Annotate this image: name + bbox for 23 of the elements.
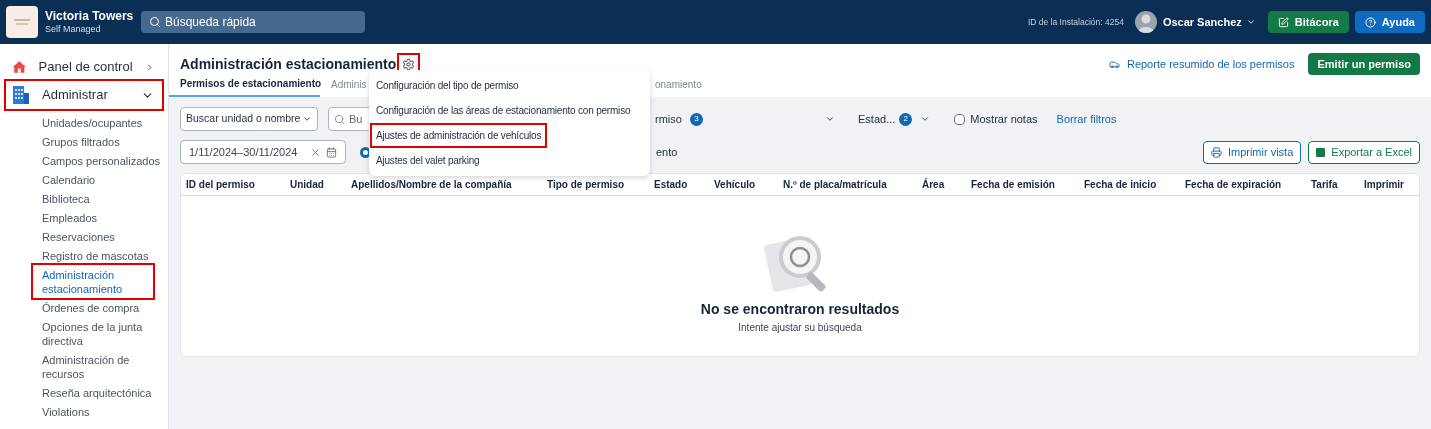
column-header: Apellidos/Nombre de la compañía <box>351 178 513 192</box>
column-header: Unidad <box>290 178 325 192</box>
column-header: Área <box>922 177 946 192</box>
column-header: Tipo de permiso <box>547 178 626 192</box>
column-header: Imprimir <box>1364 178 1405 192</box>
column-header: Fecha de emisión <box>971 178 1056 192</box>
installation-id: ID de la Instalación: 4254 <box>1027 15 1124 29</box>
column-header: Fecha de expiración <box>1185 178 1283 192</box>
org-subtitle: Self Managed <box>45 23 102 36</box>
column-header: Estado <box>654 178 689 192</box>
show-notes-label: Mostrar notas <box>970 111 1038 127</box>
column-header: ID del permiso <box>186 178 256 192</box>
count-badge: 2 <box>899 112 913 126</box>
count-badge: 3 <box>689 112 703 126</box>
column-header: Fecha de inicio <box>1084 178 1158 192</box>
page-title: Administración estacionamiento <box>180 54 397 74</box>
column-header: N.º de placa/matrícula <box>783 178 888 192</box>
radio-label: ento <box>656 144 678 160</box>
empty-title: No se encontraron resultados <box>700 300 900 319</box>
empty-hint: Intente ajustar su búsqueda <box>738 321 862 335</box>
column-header: Tarifa <box>1311 178 1339 192</box>
column-header: Vehículo <box>714 178 757 192</box>
org-name: Victoria Towers <box>45 8 133 24</box>
